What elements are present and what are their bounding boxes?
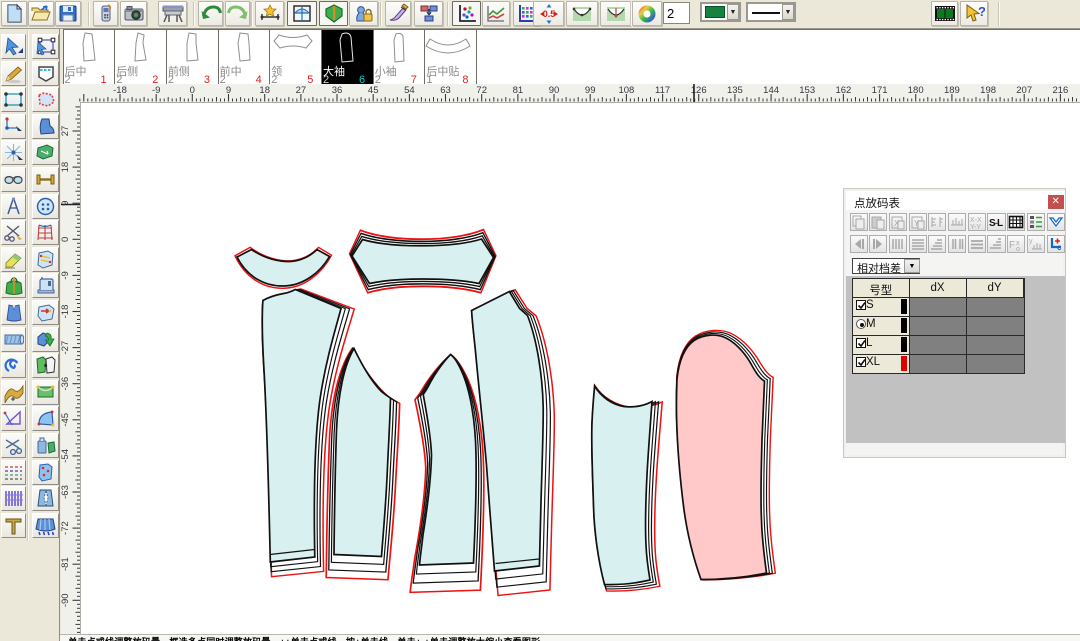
svg-text:-27: -27 [60,341,71,355]
svg-text:99: 99 [585,85,596,96]
svg-text:216: 216 [1052,85,1068,96]
svg-text:-90: -90 [60,593,71,607]
svg-text:-81: -81 [60,557,71,571]
svg-text:63: 63 [440,85,451,96]
svg-text:27: 27 [296,85,307,96]
svg-text:27: 27 [60,126,71,137]
svg-text:153: 153 [799,85,815,96]
svg-text:9: 9 [226,85,231,96]
svg-text:54: 54 [404,85,415,96]
svg-text:198: 198 [980,85,996,96]
svg-text:o: o [1016,246,1020,252]
svg-text:L: L [997,218,1003,229]
svg-text:90: 90 [549,85,560,96]
svg-text:-9: -9 [60,271,71,279]
svg-text:180: 180 [908,85,924,96]
svg-text:F: F [1009,240,1015,251]
svg-text:-72: -72 [60,521,71,535]
svg-text:189: 189 [944,85,960,96]
svg-text:45: 45 [368,85,379,96]
svg-text:117: 117 [655,85,670,96]
svg-text:81: 81 [513,85,524,96]
svg-text:126: 126 [691,85,707,96]
svg-text:-18: -18 [60,305,71,319]
svg-text:Y-Y: Y-Y [970,224,981,230]
svg-text:-36: -36 [60,377,71,391]
svg-text:-63: -63 [60,485,71,499]
svg-text:-54: -54 [60,449,71,463]
svg-text:36: 36 [332,85,343,96]
svg-text:y: y [1029,238,1033,245]
svg-text:c: c [1057,243,1062,252]
svg-text:-9: -9 [152,85,160,96]
svg-text:18: 18 [60,162,71,173]
svg-text:0: 0 [190,85,195,96]
svg-text:135: 135 [727,85,743,96]
svg-text:-45: -45 [60,413,71,427]
svg-text:144: 144 [763,85,779,96]
svg-text:X-X: X-X [970,217,982,224]
svg-text:0: 0 [60,237,71,242]
svg-text:108: 108 [618,85,634,96]
svg-text:72: 72 [476,85,487,96]
svg-text:171: 171 [872,85,888,96]
svg-text:-18: -18 [113,85,127,96]
svg-text:162: 162 [835,85,851,96]
svg-text:207: 207 [1016,85,1032,96]
svg-text:18: 18 [259,85,270,96]
